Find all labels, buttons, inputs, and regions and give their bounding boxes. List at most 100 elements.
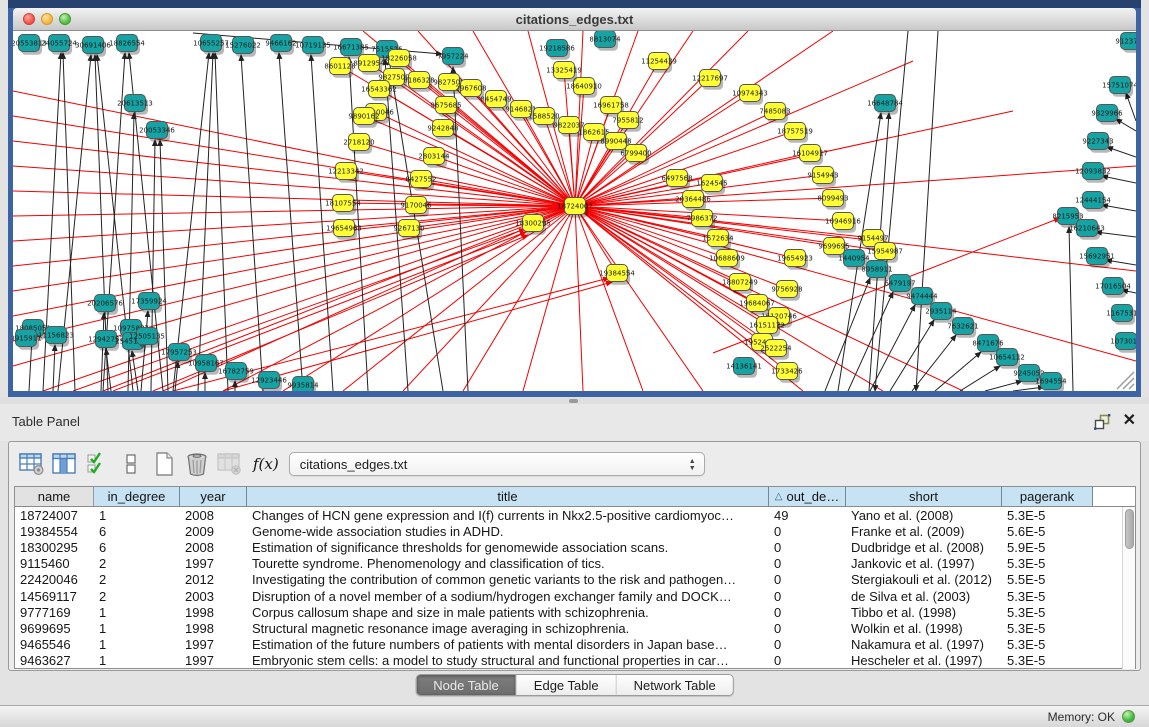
cell-name[interactable]: 9115460: [15, 556, 94, 572]
cell-short[interactable]: Yano et al. (2008): [846, 507, 1002, 523]
tab-node-table[interactable]: Node Table: [416, 675, 517, 695]
graph-node[interactable]: 9675685: [430, 97, 461, 117]
cell-year[interactable]: 2003: [180, 588, 247, 604]
cell-name[interactable]: 14569117: [15, 588, 94, 604]
graph-node[interactable]: 1733426: [771, 363, 803, 383]
graph-node[interactable]: 10719135: [295, 37, 331, 57]
graph-node[interactable]: 1572634: [702, 230, 734, 250]
graph-node[interactable]: 10946916: [825, 213, 861, 233]
cell-name[interactable]: 9777169: [15, 604, 94, 620]
graph-node[interactable]: 14136141: [726, 358, 762, 378]
cell-in_degree[interactable]: 1: [94, 653, 180, 669]
column-header-in_degree[interactable]: in_degree: [94, 487, 180, 506]
cell-pagerank[interactable]: 5.3E-5: [1002, 604, 1093, 620]
scrollbar-thumb[interactable]: [1125, 509, 1134, 549]
cell-name[interactable]: 22420046: [15, 572, 94, 588]
cell-name[interactable]: 9463627: [15, 653, 94, 669]
cell-pagerank[interactable]: 5.3E-5: [1002, 588, 1093, 604]
splitter-grip-icon[interactable]: [569, 399, 578, 403]
vertical-scrollbar[interactable]: [1122, 507, 1135, 669]
zoom-traffic-light-icon[interactable]: [59, 13, 71, 25]
graph-node[interactable]: 16104917: [792, 145, 828, 165]
cell-in_degree[interactable]: 6: [94, 539, 180, 555]
network-canvas[interactable]: 2055381324055724306914061882655410655257…: [13, 31, 1136, 391]
network-graph-svg[interactable]: 2055381324055724306914061882655410655257…: [13, 31, 1136, 391]
graph-node[interactable]: 9123741: [1115, 33, 1136, 53]
cell-title[interactable]: Corpus callosum shape and size in male p…: [247, 604, 769, 620]
graph-node[interactable]: 10655257: [193, 35, 229, 55]
cell-out_de[interactable]: 49: [769, 507, 846, 523]
memory-status-icon[interactable]: [1122, 710, 1135, 723]
cell-year[interactable]: 2008: [180, 507, 247, 523]
cell-pagerank[interactable]: 5.5E-5: [1002, 572, 1093, 588]
cell-title[interactable]: Structural magnetic resonance image aver…: [247, 620, 769, 636]
cell-out_de[interactable]: 0: [769, 637, 846, 653]
cell-out_de[interactable]: 0: [769, 523, 846, 539]
cell-pagerank[interactable]: 5.9E-5: [1002, 539, 1093, 555]
canvas-resize-grip-icon[interactable]: [1117, 372, 1134, 389]
graph-node[interactable]: 18757519: [777, 123, 813, 143]
cell-short[interactable]: Nakamura et al. (1997): [846, 637, 1002, 653]
cell-title[interactable]: Changes of HCN gene expression and I(f) …: [247, 507, 769, 523]
tab-network-table[interactable]: Network Table: [617, 675, 733, 695]
cell-name[interactable]: 9699695: [15, 620, 94, 636]
graph-node[interactable]: 12093832: [1075, 163, 1111, 183]
graph-node[interactable]: 19384554: [599, 265, 635, 285]
cell-in_degree[interactable]: 1: [94, 637, 180, 653]
graph-node[interactable]: 13325419: [546, 62, 582, 82]
graph-node[interactable]: 9466162: [265, 35, 296, 55]
cell-in_degree[interactable]: 2: [94, 572, 180, 588]
cell-year[interactable]: 2008: [180, 539, 247, 555]
table-row[interactable]: 1830029562008Estimation of significance …: [15, 539, 1135, 555]
table-row[interactable]: 911546021997Tourette syndrome. Phenomeno…: [15, 556, 1135, 572]
graph-node[interactable]: 1167531: [1106, 305, 1136, 325]
graph-node[interactable]: 9227343: [1082, 133, 1113, 153]
graph-node[interactable]: 7485083: [759, 103, 790, 123]
select-rows-icon[interactable]: [84, 451, 111, 478]
cell-short[interactable]: de Silva et al. (2003): [846, 588, 1002, 604]
cell-pagerank[interactable]: 5.3E-5: [1002, 653, 1093, 669]
cell-name[interactable]: 18724007: [15, 507, 94, 523]
cell-out_de[interactable]: 0: [769, 588, 846, 604]
cell-year[interactable]: 2009: [180, 523, 247, 539]
table-row[interactable]: 1872400712008Changes of HCN gene express…: [15, 507, 1135, 523]
graph-node[interactable]: 15751074: [1102, 77, 1136, 97]
close-traffic-light-icon[interactable]: [23, 13, 35, 25]
graph-node[interactable]: 20053346: [139, 122, 175, 142]
cell-out_de[interactable]: 0: [769, 539, 846, 555]
graph-node[interactable]: 16648784: [867, 95, 903, 115]
tab-edge-table[interactable]: Edge Table: [517, 675, 617, 695]
graph-node[interactable]: 12444154: [1075, 192, 1111, 212]
cell-title[interactable]: Estimation of the future numbers of pati…: [247, 637, 769, 653]
graph-node[interactable]: 1073015: [1110, 333, 1136, 353]
cell-short[interactable]: Franke et al. (2009): [846, 523, 1002, 539]
new-file-icon[interactable]: [150, 451, 177, 478]
graph-node[interactable]: 10688609: [709, 250, 745, 270]
cell-out_de[interactable]: 0: [769, 653, 846, 669]
column-header-year[interactable]: year: [180, 487, 247, 506]
cell-short[interactable]: Dudbridge et al. (2008): [846, 539, 1002, 555]
cell-out_de[interactable]: 0: [769, 604, 846, 620]
graph-node[interactable]: 17016504: [1095, 278, 1131, 298]
cell-in_degree[interactable]: 2: [94, 556, 180, 572]
cell-name[interactable]: 9465546: [15, 637, 94, 653]
graph-node[interactable]: 24055724: [41, 35, 77, 55]
cell-out_de[interactable]: 0: [769, 572, 846, 588]
column-visibility-icon[interactable]: [51, 451, 78, 478]
cell-out_de[interactable]: 0: [769, 620, 846, 636]
cell-in_degree[interactable]: 6: [94, 523, 180, 539]
cell-title[interactable]: Tourette syndrome. Phenomenology and cla…: [247, 556, 769, 572]
graph-node[interactable]: 12217697: [692, 70, 728, 90]
cell-pagerank[interactable]: 5.3E-5: [1002, 620, 1093, 636]
graph-node[interactable]: 8099493: [817, 190, 848, 210]
cell-year[interactable]: 1997: [180, 556, 247, 572]
cell-year[interactable]: 2012: [180, 572, 247, 588]
cell-year[interactable]: 1998: [180, 620, 247, 636]
cell-name[interactable]: 18300295: [15, 539, 94, 555]
table-selector-dropdown[interactable]: citations_edges.txt ▲▼: [289, 452, 705, 476]
cell-title[interactable]: Embryonic stem cells: a model to study s…: [247, 653, 769, 669]
graph-node[interactable]: 19654963: [326, 220, 362, 240]
cell-in_degree[interactable]: 1: [94, 604, 180, 620]
table-row[interactable]: 977716911998Corpus callosum shape and si…: [15, 604, 1135, 620]
cell-year[interactable]: 1997: [180, 653, 247, 669]
